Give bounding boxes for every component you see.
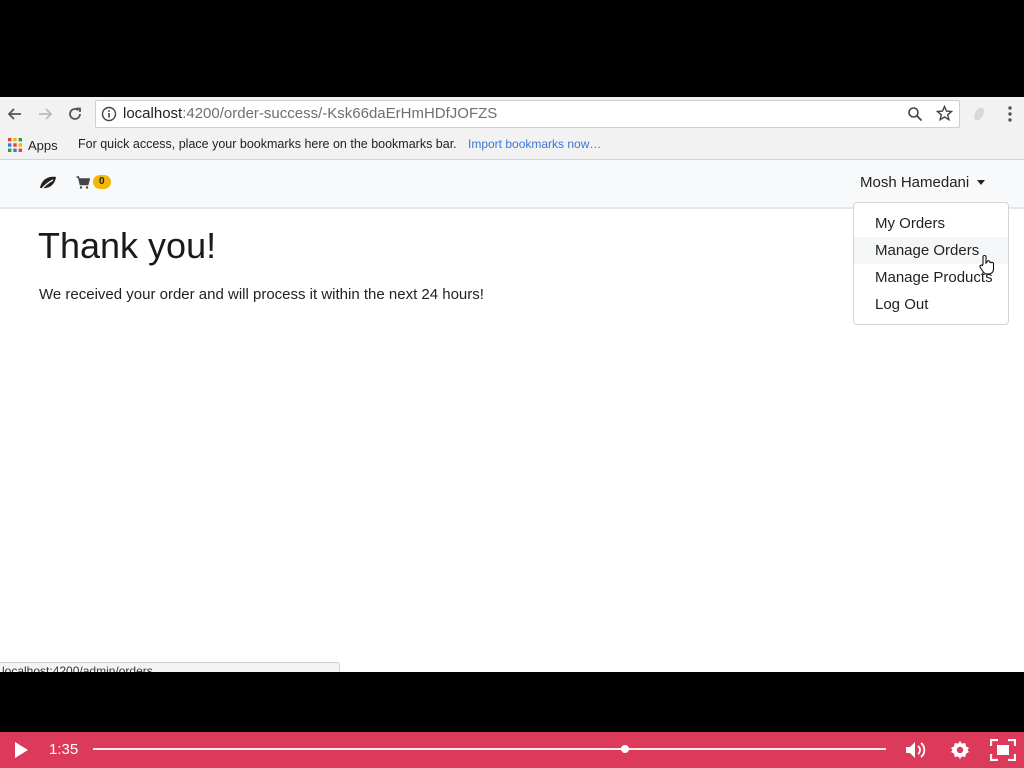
hand-cursor-icon <box>978 254 996 281</box>
volume-icon <box>906 742 926 758</box>
reload-button[interactable] <box>64 103 86 125</box>
confirmation-message: We received your order and will process … <box>39 286 484 303</box>
forward-button[interactable] <box>34 103 56 125</box>
user-menu-toggle[interactable]: Mosh Hamedani <box>860 174 986 191</box>
back-button[interactable] <box>4 103 26 125</box>
menu-item-my-orders[interactable]: My Orders <box>854 210 1008 237</box>
cart-icon <box>76 175 90 189</box>
user-name: Mosh Hamedani <box>860 174 970 191</box>
extension-icon[interactable] <box>970 105 988 128</box>
info-icon[interactable] <box>101 106 117 127</box>
video-controls-bar <box>0 732 1024 768</box>
menu-dots-icon[interactable] <box>1002 105 1018 128</box>
progress-track[interactable] <box>93 748 886 750</box>
settings-button[interactable] <box>950 740 970 765</box>
current-time: 1:35 <box>49 741 79 758</box>
apps-bookmark[interactable]: Apps <box>8 135 58 155</box>
bookmarks-hint: For quick access, place your bookmarks h… <box>78 137 457 151</box>
url-host: localhost <box>123 105 183 122</box>
import-bookmarks-link[interactable]: Import bookmarks now… <box>468 137 601 151</box>
back-arrow-icon <box>7 108 21 120</box>
page-title: Thank you! <box>38 225 217 266</box>
cart-count-badge: 0 <box>93 175 111 189</box>
url-path: :4200/order-success/-Ksk66daErHmHDfJOFZS <box>182 105 498 122</box>
fullscreen-icon <box>989 738 1017 762</box>
menu-item-log-out[interactable]: Log Out <box>854 291 1008 318</box>
caret-down-icon <box>977 180 986 185</box>
settings-icon <box>951 741 969 759</box>
reload-icon <box>69 107 81 120</box>
play-icon <box>15 742 28 758</box>
play-button[interactable] <box>13 741 29 764</box>
link-status-bubble: localhost:4200/admin/orders <box>0 662 340 672</box>
star-icon[interactable] <box>935 104 954 127</box>
apps-grid-icon <box>8 138 22 152</box>
volume-button[interactable] <box>905 740 929 765</box>
url-text[interactable]: localhost:4200/order-success/-Ksk66daErH… <box>123 104 497 124</box>
brand-logo[interactable] <box>38 173 58 193</box>
forward-arrow-icon <box>39 108 53 120</box>
shopping-cart-link[interactable]: 0 <box>76 175 111 189</box>
apps-label: Apps <box>28 137 58 153</box>
fullscreen-button[interactable] <box>989 738 1017 766</box>
zoom-icon[interactable] <box>907 106 923 127</box>
leaf-icon <box>40 176 56 191</box>
